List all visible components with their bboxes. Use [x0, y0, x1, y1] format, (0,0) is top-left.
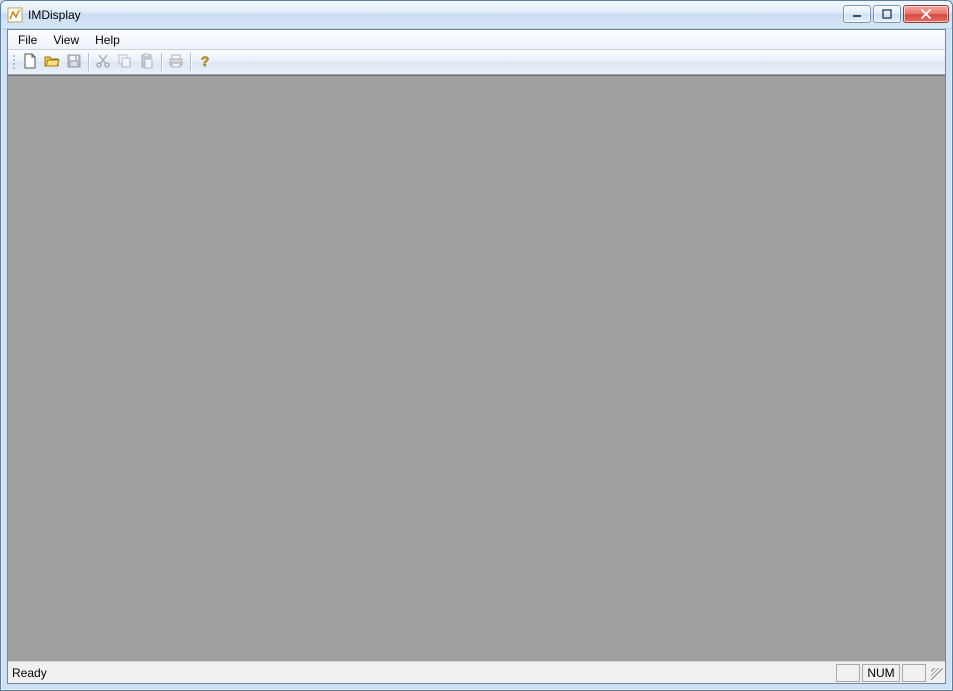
client-area: File View Help [7, 29, 946, 684]
print-button [165, 51, 187, 73]
minimize-button[interactable] [843, 5, 871, 23]
toolbar-separator [161, 53, 162, 71]
copy-icon [117, 53, 133, 72]
menu-bar: File View Help [8, 30, 945, 50]
new-file-icon [22, 53, 38, 72]
resize-grip[interactable] [928, 665, 944, 681]
paste-icon [139, 53, 155, 72]
window-controls [843, 5, 949, 23]
open-folder-icon [44, 53, 60, 72]
app-icon [7, 7, 23, 23]
toolbar-separator [88, 53, 89, 71]
printer-icon [168, 53, 184, 72]
status-text: Ready [8, 666, 836, 680]
menu-file[interactable]: File [10, 30, 45, 49]
status-cell-caps [836, 664, 860, 682]
cut-button [92, 51, 114, 73]
toolbar-separator [190, 53, 191, 71]
save-disk-icon [66, 53, 82, 72]
title-bar[interactable]: IMDisplay [1, 1, 952, 29]
document-area [8, 75, 945, 661]
maximize-button[interactable] [873, 5, 901, 23]
help-button[interactable]: ? [194, 51, 216, 73]
close-button[interactable] [903, 5, 949, 23]
help-question-icon: ? [197, 53, 213, 72]
window-title: IMDisplay [28, 8, 81, 22]
save-button [63, 51, 85, 73]
open-button[interactable] [41, 51, 63, 73]
menu-help[interactable]: Help [87, 30, 128, 49]
toolbar: ? [8, 50, 945, 75]
paste-button [136, 51, 158, 73]
scissors-icon [95, 53, 111, 72]
application-window: IMDisplay File View Help [0, 0, 953, 691]
menu-view[interactable]: View [45, 30, 87, 49]
toolbar-grip[interactable] [12, 54, 16, 70]
copy-button [114, 51, 136, 73]
new-button[interactable] [19, 51, 41, 73]
status-cell-scrl [902, 664, 926, 682]
status-cell-num: NUM [862, 664, 900, 682]
svg-text:?: ? [201, 53, 210, 69]
status-bar: Ready NUM [8, 661, 945, 683]
